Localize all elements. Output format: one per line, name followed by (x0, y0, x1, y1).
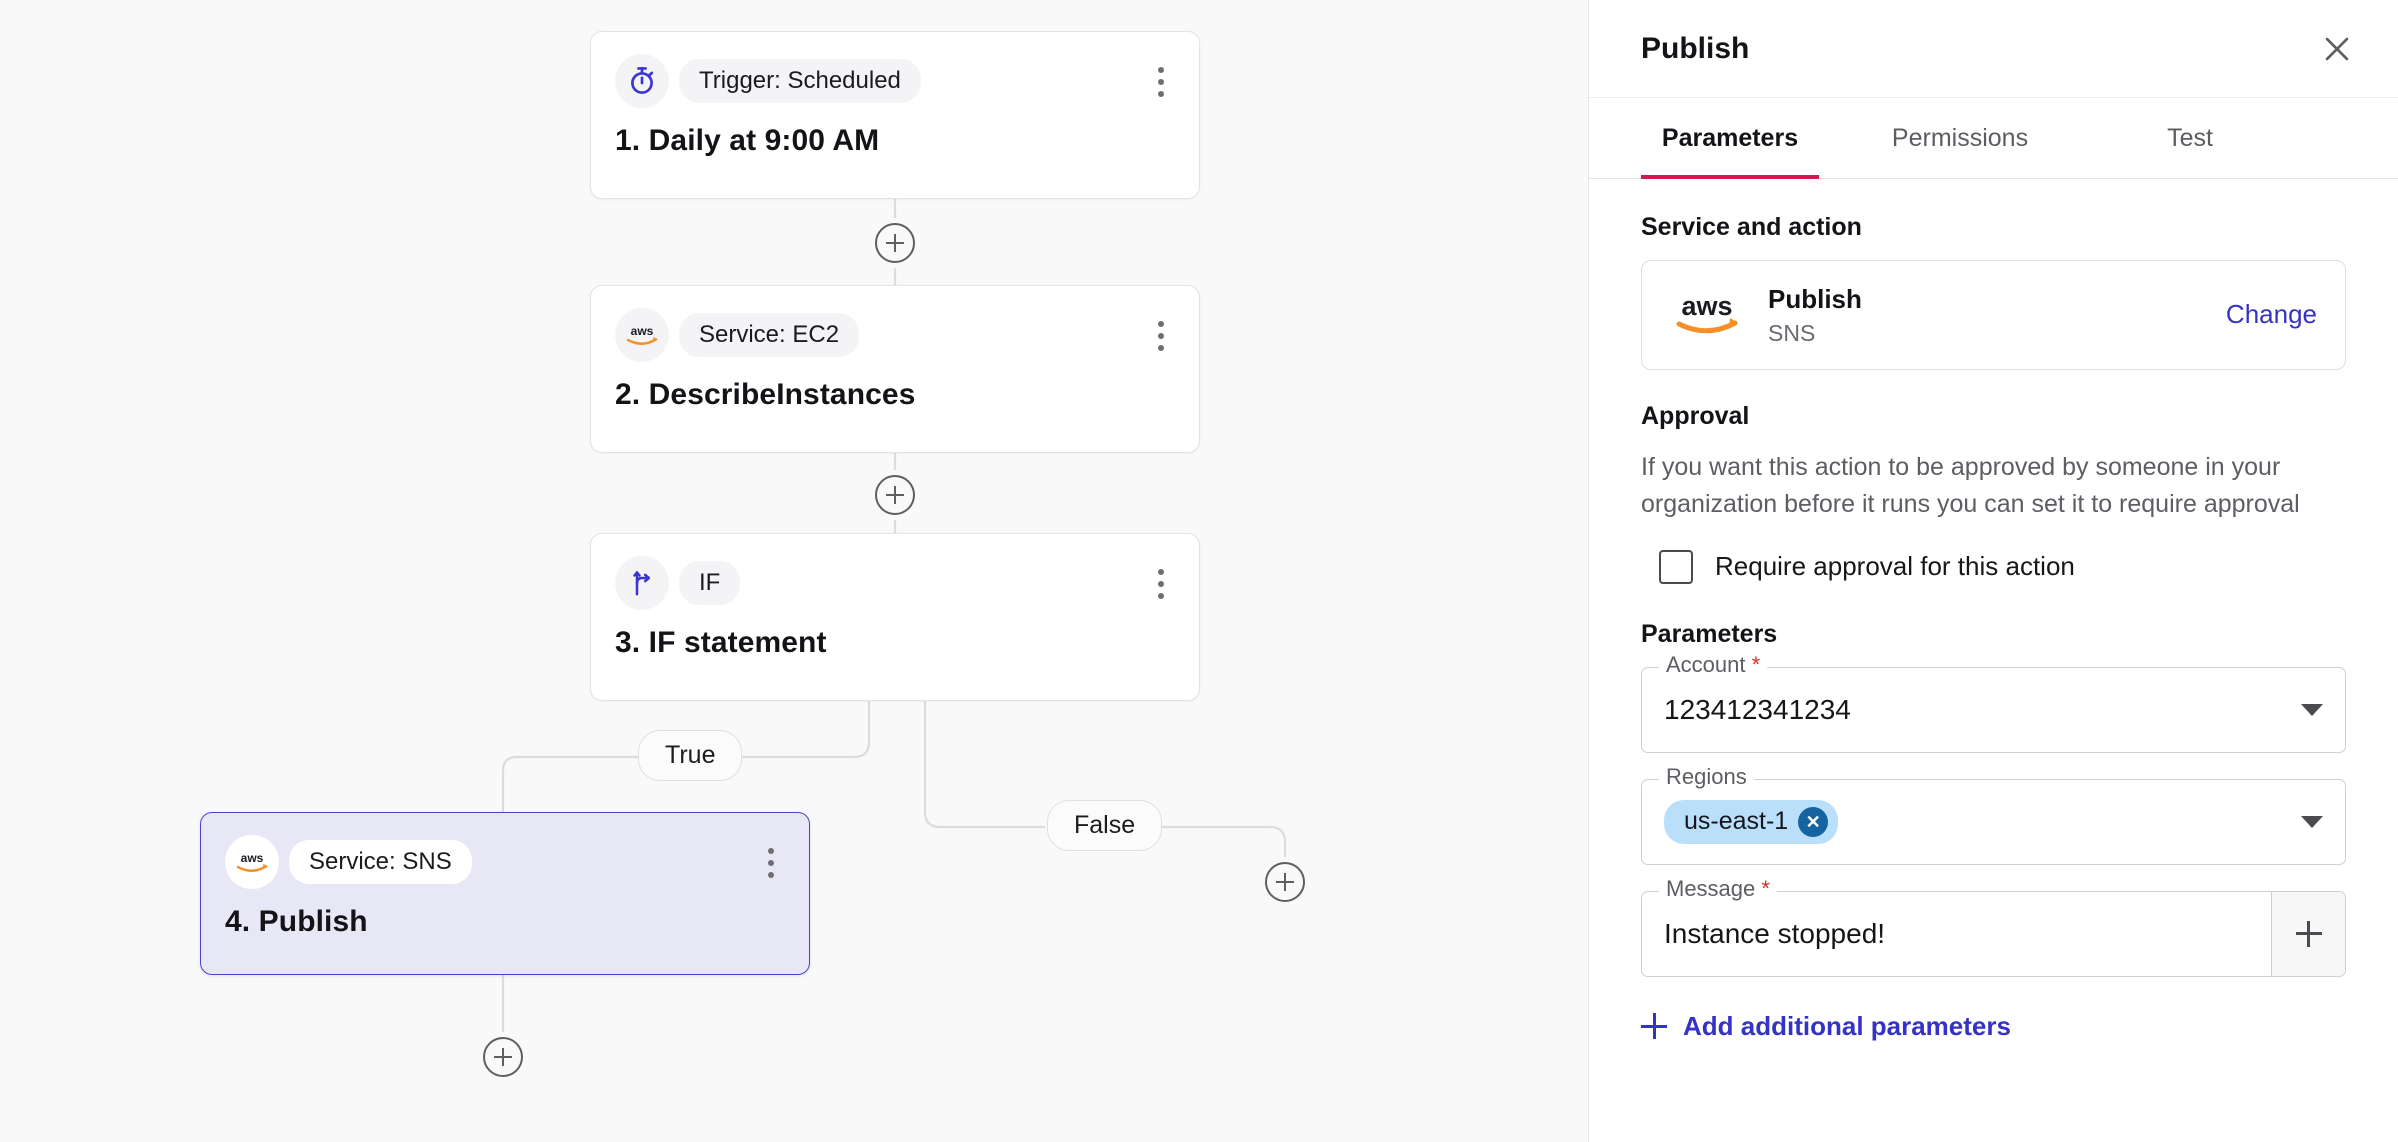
required-asterisk: * (1745, 651, 1761, 677)
node-type-chip: Service: EC2 (679, 312, 860, 358)
field-label-account: Account * (1659, 651, 1768, 677)
field-message: Message * Instance stopped! (1641, 877, 2346, 977)
chevron-down-icon[interactable] (2301, 703, 2323, 716)
svg-text:aws: aws (631, 324, 654, 338)
add-step-button-false-branch[interactable] (1265, 862, 1305, 902)
require-approval-label: Require approval for this action (1715, 551, 2075, 581)
svg-text:aws: aws (1681, 291, 1732, 321)
workflow-canvas[interactable]: Trigger: Scheduled 1. Daily at 9:00 AM a… (0, 0, 1588, 1142)
service-text-block: Publish SNS (1768, 283, 2202, 347)
workflow-node-trigger[interactable]: Trigger: Scheduled 1. Daily at 9:00 AM (590, 31, 1200, 199)
panel-title: Publish (1641, 31, 1750, 65)
label-text: Account (1666, 651, 1746, 677)
field-account: Account * 123412341234 (1641, 653, 2346, 753)
panel-tabs: Parameters Permissions Test (1589, 98, 2398, 179)
add-step-button-after-trigger[interactable] (875, 223, 915, 263)
field-regions: Regions us-east-1 ✕ (1641, 765, 2346, 865)
node-title: 1. Daily at 9:00 AM (615, 124, 880, 157)
service-action-name: Publish (1768, 284, 1862, 314)
label-text: Message (1666, 875, 1756, 901)
stopwatch-icon (615, 54, 669, 108)
approval-section-heading: Approval (1641, 401, 1750, 430)
require-approval-row[interactable]: Require approval for this action (1641, 549, 2346, 584)
tab-parameters[interactable]: Parameters (1641, 98, 1819, 179)
panel-header: Publish (1589, 0, 2398, 98)
workflow-node-sns[interactable]: aws Service: SNS 4. Publish (200, 812, 810, 975)
region-chip-label: us-east-1 (1684, 807, 1789, 835)
require-approval-checkbox[interactable] (1659, 549, 1693, 584)
branch-label-true: True (638, 730, 743, 781)
regions-multiselect[interactable]: us-east-1 ✕ (1641, 778, 2346, 865)
message-input-wrapper: Instance stopped! (1641, 890, 2346, 977)
panel-body: Service and action aws Publish SNS Chang… (1589, 179, 2398, 1142)
node-menu-button[interactable] (753, 843, 789, 883)
remove-region-icon[interactable]: ✕ (1798, 806, 1829, 837)
tab-permissions[interactable]: Permissions (1871, 98, 2049, 179)
action-details-panel: Publish Parameters Permissions Test Serv… (1588, 0, 2398, 1142)
aws-logo-icon: aws (1670, 289, 1744, 340)
node-title: 3. IF statement (615, 626, 827, 659)
workflow-node-if[interactable]: IF 3. IF statement (590, 533, 1200, 701)
service-name: SNS (1768, 319, 1816, 346)
node-menu-button[interactable] (1143, 62, 1179, 102)
regions-chip-list: us-east-1 ✕ (1664, 799, 2289, 844)
account-value: 123412341234 (1664, 693, 1851, 725)
chevron-down-icon[interactable] (2301, 815, 2323, 828)
workflow-node-ec2[interactable]: aws Service: EC2 2. DescribeInstances (590, 285, 1200, 453)
node-type-chip: Trigger: Scheduled (679, 58, 921, 104)
parameters-section-heading: Parameters (1641, 619, 1778, 648)
branch-label-false: False (1047, 800, 1163, 851)
branch-fork-icon (615, 556, 669, 610)
node-title: 4. Publish (225, 905, 368, 938)
tab-test[interactable]: Test (2101, 98, 2279, 179)
node-header: IF (591, 534, 1199, 610)
svg-text:aws: aws (241, 851, 264, 865)
region-chip: us-east-1 ✕ (1664, 799, 1839, 844)
service-action-card: aws Publish SNS Change (1641, 260, 2346, 370)
aws-logo-icon: aws (225, 835, 279, 889)
plus-icon (1641, 1013, 1667, 1039)
node-header: Trigger: Scheduled (591, 32, 1199, 108)
add-additional-parameters-button[interactable]: Add additional parameters (1641, 1011, 2346, 1042)
close-icon[interactable] (2310, 22, 2364, 76)
change-service-link[interactable]: Change (2226, 299, 2317, 330)
plus-icon[interactable] (2271, 891, 2345, 976)
service-section-heading: Service and action (1641, 213, 1862, 241)
node-title: 2. DescribeInstances (615, 378, 916, 411)
field-label-message: Message * (1659, 875, 1777, 901)
add-step-button-after-ec2[interactable] (875, 475, 915, 515)
node-header: aws Service: SNS (201, 813, 809, 889)
approval-description: If you want this action to be approved b… (1641, 452, 2300, 519)
node-type-chip: IF (679, 560, 741, 606)
aws-logo-icon: aws (615, 308, 669, 362)
required-asterisk: * (1755, 875, 1770, 901)
node-type-chip: Service: SNS (289, 839, 472, 885)
node-menu-button[interactable] (1143, 564, 1179, 604)
node-header: aws Service: EC2 (591, 286, 1199, 362)
node-menu-button[interactable] (1143, 316, 1179, 356)
add-additional-parameters-label: Add additional parameters (1683, 1010, 2011, 1041)
field-label-regions: Regions (1659, 765, 1754, 788)
account-select[interactable]: 123412341234 (1641, 666, 2346, 753)
message-input[interactable]: Instance stopped! (1664, 918, 2271, 950)
workflow-builder-app: Trigger: Scheduled 1. Daily at 9:00 AM a… (0, 0, 2398, 1142)
add-step-button-after-sns[interactable] (483, 1037, 523, 1077)
